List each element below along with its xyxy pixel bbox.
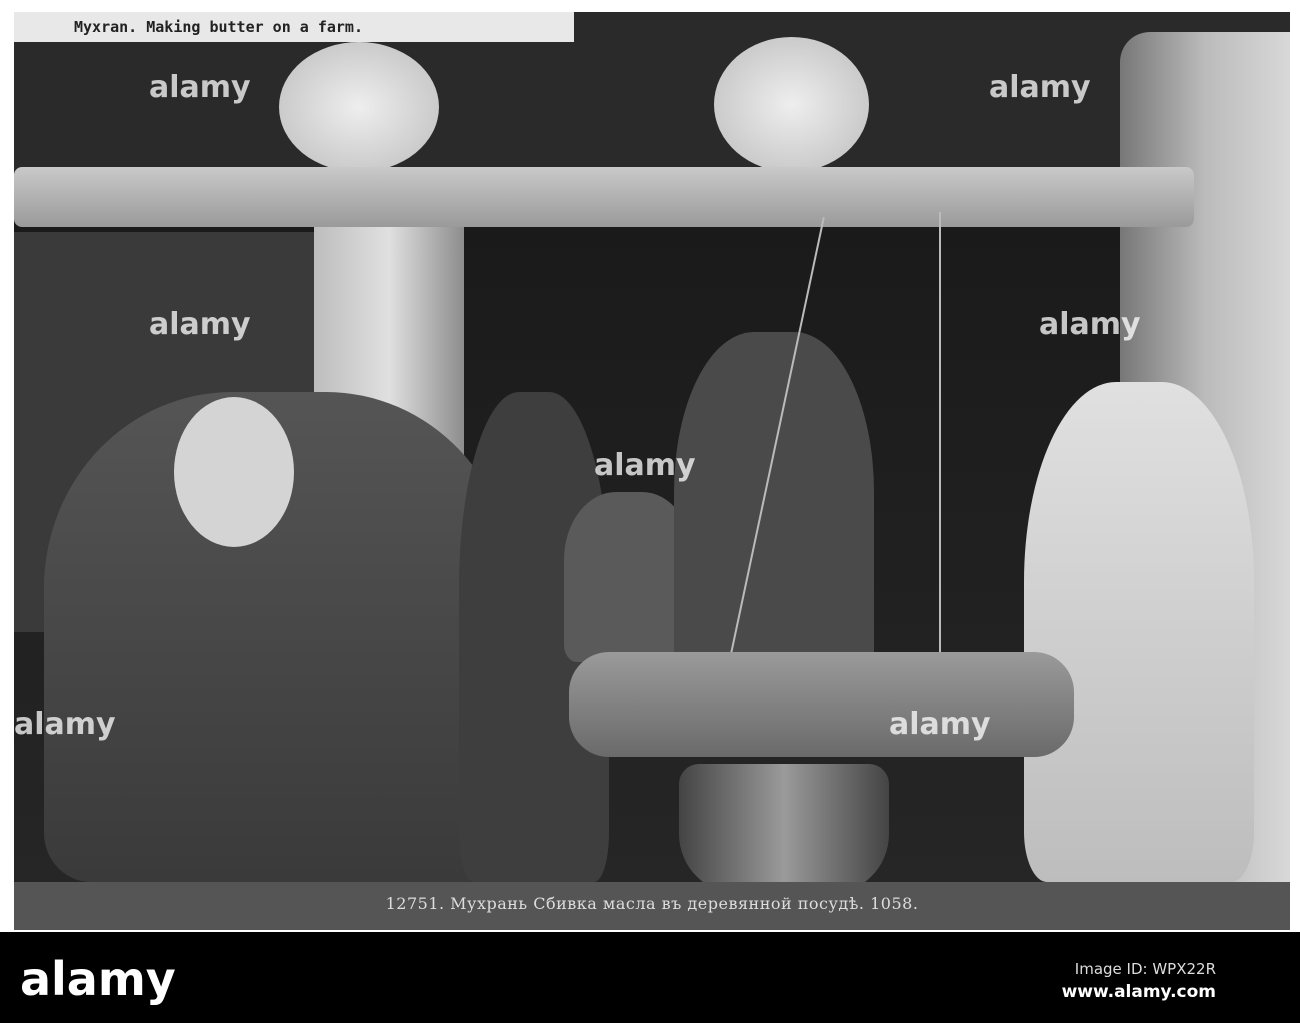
crossbeam — [14, 167, 1194, 227]
historical-photograph: Myxran. Making butter on a farm. 12751. … — [14, 12, 1290, 930]
alamy-logo: alamy — [20, 952, 176, 1006]
bottom-caption: 12751. Мухрань Сбивка масла въ деревянно… — [385, 894, 919, 913]
bottom-caption-strip: 12751. Мухрань Сбивка масла въ деревянно… — [14, 882, 1290, 930]
rope — [939, 212, 941, 682]
watermark: alamy — [889, 707, 991, 742]
top-caption: Myxran. Making butter on a farm. — [74, 18, 363, 36]
watermark: alamy — [1039, 307, 1141, 342]
old-man-face — [174, 397, 294, 547]
image-id: Image ID: WPX22R — [1074, 960, 1216, 978]
log-end — [714, 37, 869, 172]
watermark: alamy — [594, 448, 696, 483]
woman-in-headscarf — [1024, 382, 1254, 882]
watermark: alamy — [149, 70, 251, 105]
wooden-butter-churn — [569, 652, 1074, 757]
watermark: alamy — [149, 307, 251, 342]
log-end — [279, 42, 439, 172]
watermark: alamy — [989, 70, 1091, 105]
watermark: alamy — [14, 707, 116, 742]
alamy-url: www.alamy.com — [1061, 982, 1216, 1002]
top-caption-strip: Myxran. Making butter on a farm. — [14, 12, 574, 42]
metal-pot — [679, 764, 889, 894]
alamy-footer: alamy Image ID: WPX22R www.alamy.com — [0, 932, 1300, 1023]
